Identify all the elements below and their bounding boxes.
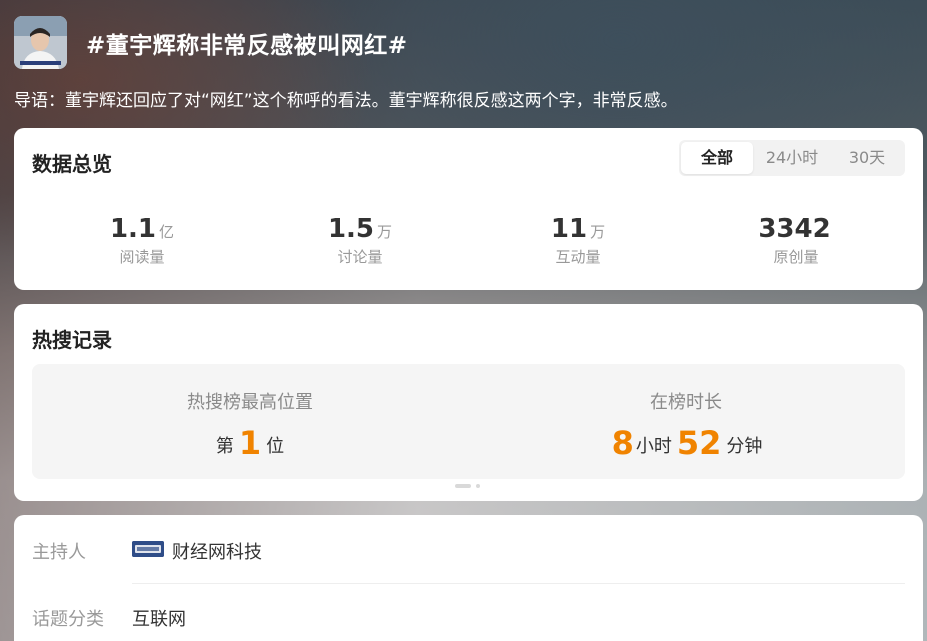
hot-search-card: 热搜记录 热搜榜最高位置 第1位 在榜时长 8 小时 52 分钟 <box>14 304 923 501</box>
stat-discuss-unit: 万 <box>377 223 393 241</box>
tab-all[interactable]: 全部 <box>681 142 753 174</box>
stat-read-value: 1.1 <box>109 214 157 244</box>
data-overview-card: 数据总览 全部 24小时 30天 1.1 亿 阅读量 1.5 万 讨论量 11 万 互… <box>14 128 923 290</box>
time-range-segmented-control: 全部 24小时 30天 <box>679 140 905 176</box>
topic-lead: 导语：董宇辉还回应了对“网红”这个称呼的看法。董宇辉称很反感这两个字，非常反感。 <box>14 91 678 111</box>
carousel-indicator[interactable] <box>455 484 485 489</box>
highest-position-suffix: 位 <box>266 436 285 457</box>
stat-original-label: 原创量 <box>773 248 819 266</box>
duration-minutes: 52 <box>676 424 722 462</box>
stat-read: 1.1 亿 阅读量 <box>42 214 242 267</box>
highest-position-prefix: 第 <box>215 436 234 457</box>
host-name-link[interactable]: 财经网科技 <box>172 538 262 564</box>
host-row: 主持人 财经网科技 <box>32 530 905 570</box>
stat-interact-value: 11 <box>550 214 588 244</box>
stat-interact-unit: 万 <box>590 223 606 241</box>
topic-avatar[interactable] <box>14 16 67 69</box>
duration-minutes-unit: 分钟 <box>726 436 763 457</box>
category-row: 话题分类 互联网 <box>32 597 905 637</box>
stat-discuss-value: 1.5 <box>327 214 375 244</box>
stat-interact-label: 互动量 <box>555 248 601 266</box>
stat-read-unit: 亿 <box>159 223 175 241</box>
tab-24h[interactable]: 24小时 <box>753 142 831 174</box>
stat-original-value: 3342 <box>758 214 831 244</box>
topic-info-card: 主持人 财经网科技 话题分类 互联网 <box>14 515 923 641</box>
on-list-duration: 在榜时长 8 小时 52 分钟 <box>468 388 904 462</box>
carousel-indicator-active <box>455 484 471 488</box>
hot-search-panel: 热搜榜最高位置 第1位 在榜时长 8 小时 52 分钟 <box>32 364 905 479</box>
duration-hours-unit: 小时 <box>635 436 672 457</box>
duration-label: 在榜时长 <box>650 392 722 413</box>
stat-original: 3342 原创量 <box>696 214 896 267</box>
stat-read-label: 阅读量 <box>119 248 165 266</box>
carousel-indicator-dot <box>476 484 480 488</box>
data-overview-title: 数据总览 <box>32 152 112 176</box>
topic-title: #董宇辉称非常反感被叫网红# <box>86 33 408 59</box>
highest-position-label: 热搜榜最高位置 <box>187 392 313 413</box>
tab-30d[interactable]: 30天 <box>831 142 903 174</box>
hot-search-title: 热搜记录 <box>32 328 112 352</box>
host-label: 主持人 <box>32 542 86 563</box>
highest-position: 热搜榜最高位置 第1位 <box>32 388 468 462</box>
duration-hours: 8 <box>611 424 634 462</box>
stat-discuss-label: 讨论量 <box>337 248 383 266</box>
host-logo-icon[interactable] <box>132 541 164 557</box>
topic-header: #董宇辉称非常反感被叫网红# <box>14 16 914 70</box>
category-value[interactable]: 互联网 <box>132 605 186 631</box>
stat-discuss: 1.5 万 讨论量 <box>260 214 460 267</box>
stat-interact: 11 万 互动量 <box>478 214 678 267</box>
info-divider <box>132 583 905 584</box>
highest-position-value: 1 <box>238 424 262 462</box>
category-label: 话题分类 <box>32 609 104 630</box>
